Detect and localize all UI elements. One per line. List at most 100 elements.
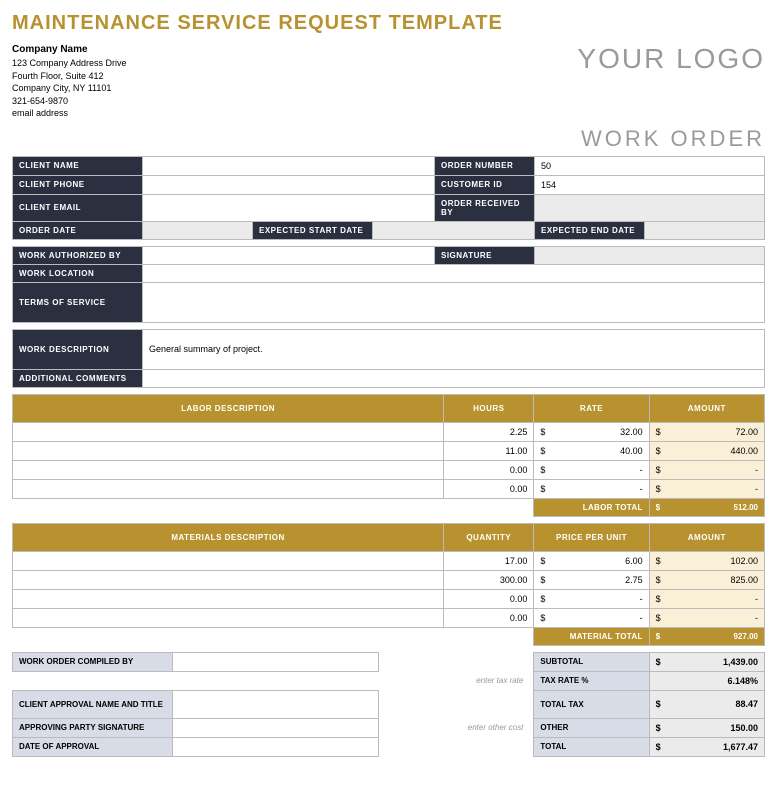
field-date-approval[interactable] xyxy=(173,737,379,756)
label-client-name: CLIENT NAME xyxy=(13,156,143,175)
label-date-approval: DATE OF APPROVAL xyxy=(13,737,173,756)
labor-row: 0.00 - - xyxy=(13,460,765,479)
work-order-heading: WORK ORDER xyxy=(12,126,765,152)
header-labor-desc: LABOR DESCRIPTION xyxy=(13,394,444,422)
value-tax-rate[interactable]: 6.148% xyxy=(649,671,764,690)
field-terms[interactable] xyxy=(143,282,765,322)
label-terms: TERMS OF SERVICE xyxy=(13,282,143,322)
labor-table: LABOR DESCRIPTION HOURS RATE AMOUNT 2.25… xyxy=(12,394,765,517)
materials-row: 0.00 - - xyxy=(13,608,765,627)
value-subtotal: 1,439.00 xyxy=(649,652,764,671)
header-amount2: AMOUNT xyxy=(649,523,764,551)
hint-tax-rate: enter tax rate xyxy=(378,671,533,690)
mat-amount-cell: - xyxy=(649,608,764,627)
field-customer-id[interactable]: 154 xyxy=(535,175,765,194)
labor-hours-cell[interactable]: 0.00 xyxy=(444,460,534,479)
labor-amount-cell: 440.00 xyxy=(649,441,764,460)
labor-desc-cell[interactable] xyxy=(13,422,444,441)
mat-price-cell[interactable]: - xyxy=(534,589,649,608)
labor-desc-cell[interactable] xyxy=(13,460,444,479)
mat-desc-cell[interactable] xyxy=(13,589,444,608)
label-client-approval: CLIENT APPROVAL NAME AND TITLE xyxy=(13,690,173,718)
materials-row: 17.00 6.00 102.00 xyxy=(13,551,765,570)
labor-rate-cell[interactable]: - xyxy=(534,460,649,479)
labor-rate-cell[interactable]: 32.00 xyxy=(534,422,649,441)
authorization-table: WORK AUTHORIZED BY SIGNATURE WORK LOCATI… xyxy=(12,246,765,323)
field-client-email[interactable] xyxy=(143,194,435,221)
label-additional-comments: ADDITIONAL COMMENTS xyxy=(13,369,143,387)
mat-amount-cell: 825.00 xyxy=(649,570,764,589)
materials-table: MATERIALS DESCRIPTION QUANTITY PRICE PER… xyxy=(12,523,765,646)
field-expected-end[interactable] xyxy=(645,221,765,239)
labor-hours-cell[interactable]: 0.00 xyxy=(444,479,534,498)
field-authorized-by[interactable] xyxy=(143,246,435,264)
label-tax-rate: TAX RATE % xyxy=(534,671,649,690)
logo-placeholder: YOUR LOGO xyxy=(577,43,765,120)
mat-desc-cell[interactable] xyxy=(13,608,444,627)
header-amount: AMOUNT xyxy=(649,394,764,422)
company-city: Company City, NY 11101 xyxy=(12,82,127,95)
field-signature[interactable] xyxy=(535,246,765,264)
value-labor-total: 512.00 xyxy=(649,498,764,516)
mat-qty-cell[interactable]: 0.00 xyxy=(444,589,534,608)
label-order-date: ORDER DATE xyxy=(13,221,143,239)
field-work-location[interactable] xyxy=(143,264,765,282)
labor-hours-cell[interactable]: 11.00 xyxy=(444,441,534,460)
label-labor-total: LABOR TOTAL xyxy=(534,498,649,516)
field-order-number[interactable]: 50 xyxy=(535,156,765,175)
labor-desc-cell[interactable] xyxy=(13,479,444,498)
label-customer-id: CUSTOMER ID xyxy=(435,175,535,194)
label-order-number: ORDER NUMBER xyxy=(435,156,535,175)
mat-qty-cell[interactable]: 17.00 xyxy=(444,551,534,570)
mat-qty-cell[interactable]: 0.00 xyxy=(444,608,534,627)
label-work-location: WORK LOCATION xyxy=(13,264,143,282)
mat-price-cell[interactable]: 2.75 xyxy=(534,570,649,589)
label-material-total: MATERIAL TOTAL xyxy=(534,627,649,645)
mat-desc-cell[interactable] xyxy=(13,570,444,589)
company-info: Company Name 123 Company Address Drive F… xyxy=(12,43,127,120)
value-other[interactable]: 150.00 xyxy=(649,718,764,737)
labor-row: 2.25 32.00 72.00 xyxy=(13,422,765,441)
field-additional-comments[interactable] xyxy=(143,369,765,387)
header-quantity: QUANTITY xyxy=(444,523,534,551)
field-expected-start[interactable] xyxy=(373,221,535,239)
label-client-email: CLIENT EMAIL xyxy=(13,194,143,221)
label-received-by: ORDER RECEIVED BY xyxy=(435,194,535,221)
footer-table: WORK ORDER COMPILED BY SUBTOTAL 1,439.00… xyxy=(12,652,765,757)
company-phone: 321-654-9870 xyxy=(12,95,127,108)
label-authorized-by: WORK AUTHORIZED BY xyxy=(13,246,143,264)
company-name: Company Name xyxy=(12,43,127,57)
label-client-phone: CLIENT PHONE xyxy=(13,175,143,194)
client-info-table: CLIENT NAME ORDER NUMBER 50 CLIENT PHONE… xyxy=(12,156,765,240)
field-client-phone[interactable] xyxy=(143,175,435,194)
field-approving-signature[interactable] xyxy=(173,718,379,737)
mat-qty-cell[interactable]: 300.00 xyxy=(444,570,534,589)
labor-desc-cell[interactable] xyxy=(13,441,444,460)
label-signature: SIGNATURE xyxy=(435,246,535,264)
page-title: MAINTENANCE SERVICE REQUEST TEMPLATE xyxy=(12,12,765,35)
labor-hours-cell[interactable]: 2.25 xyxy=(444,422,534,441)
company-email: email address xyxy=(12,107,127,120)
mat-price-cell[interactable]: 6.00 xyxy=(534,551,649,570)
labor-amount-cell: 72.00 xyxy=(649,422,764,441)
field-work-description[interactable]: General summary of project. xyxy=(143,329,765,369)
hint-other-cost: enter other cost xyxy=(378,718,533,737)
field-compiled-by[interactable] xyxy=(173,652,379,671)
value-total-tax: 88.47 xyxy=(649,690,764,718)
labor-row: 0.00 - - xyxy=(13,479,765,498)
label-subtotal: SUBTOTAL xyxy=(534,652,649,671)
labor-rate-cell[interactable]: 40.00 xyxy=(534,441,649,460)
field-client-approval[interactable] xyxy=(173,690,379,718)
field-client-name[interactable] xyxy=(143,156,435,175)
label-expected-start: EXPECTED START DATE xyxy=(253,221,373,239)
field-received-by[interactable] xyxy=(535,194,765,221)
labor-rate-cell[interactable]: - xyxy=(534,479,649,498)
label-total: TOTAL xyxy=(534,737,649,756)
mat-price-cell[interactable]: - xyxy=(534,608,649,627)
mat-desc-cell[interactable] xyxy=(13,551,444,570)
field-order-date[interactable] xyxy=(143,221,253,239)
header-materials-desc: MATERIALS DESCRIPTION xyxy=(13,523,444,551)
mat-amount-cell: 102.00 xyxy=(649,551,764,570)
value-material-total: 927.00 xyxy=(649,627,764,645)
label-work-description: WORK DESCRIPTION xyxy=(13,329,143,369)
